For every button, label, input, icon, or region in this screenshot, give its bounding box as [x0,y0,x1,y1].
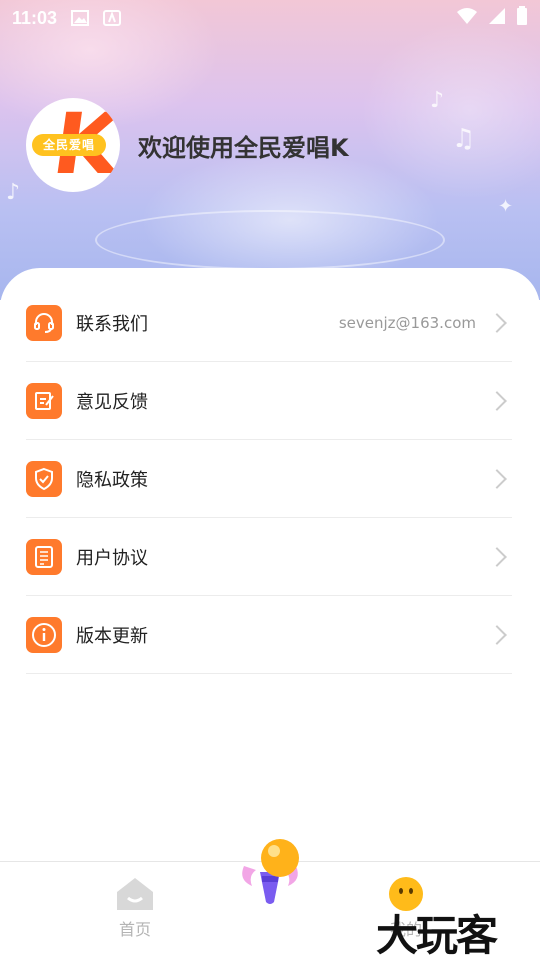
music-note-icon: ♫ [452,124,476,154]
wifi-icon [456,7,478,30]
menu-item-contact[interactable]: 联系我们 sevenjz@163.com [26,284,512,362]
sparkle-icon: ✦ [498,196,514,217]
chevron-right-icon [487,390,507,411]
menu-item-version-update[interactable]: 版本更新 [26,596,512,674]
menu-label: 隐私政策 [76,469,148,491]
info-icon [26,616,62,653]
tab-home[interactable]: 首页 [95,876,175,940]
app-logo-avatar: K 全民爱唱 [26,98,120,192]
shield-check-icon [26,460,62,497]
profile-header: K 全民爱唱 欢迎使用全民爱唱K [26,98,349,192]
menu-item-privacy[interactable]: 隐私政策 [26,440,512,518]
logo-text: 全民爱唱 [32,134,106,156]
menu-item-feedback[interactable]: 意见反馈 [26,362,512,440]
chevron-right-icon [487,624,507,645]
app-notification-icon [103,10,122,26]
signal-icon [488,7,506,30]
menu-label: 联系我们 [76,313,148,335]
headset-icon [26,304,62,341]
music-note-icon: ♪ [430,88,445,113]
contact-email: sevenjz@163.com [338,313,476,332]
menu-label: 意见反馈 [76,391,148,413]
chevron-right-icon [487,546,507,567]
status-time: 11:03 [12,7,58,28]
menu-item-user-agreement[interactable]: 用户协议 [26,518,512,596]
document-icon [26,538,62,575]
welcome-title: 欢迎使用全民爱唱K [138,133,349,162]
microphone-sing-button[interactable] [238,836,302,912]
chevron-right-icon [487,468,507,489]
chevron-right-icon [487,312,507,333]
status-bar: 11:03 [0,0,540,36]
home-icon [117,878,153,910]
menu-label: 用户协议 [76,547,148,569]
image-notification-icon [71,10,90,26]
tab-home-label: 首页 [118,920,151,939]
edit-note-icon [26,382,62,419]
stage-decoration [95,210,445,270]
watermark-text: 大玩客 [376,911,498,960]
music-note-icon: ♪ [6,180,21,205]
battery-icon [516,5,528,31]
menu-label: 版本更新 [76,625,148,647]
